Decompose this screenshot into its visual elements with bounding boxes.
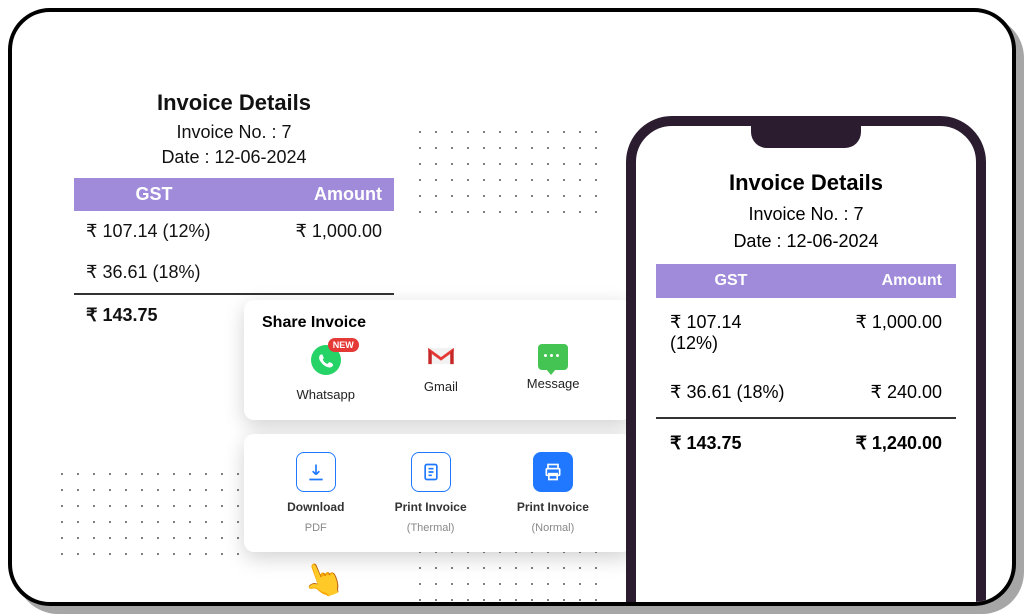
table-row: ₹ 107.14 (12%) ₹ 1,000.00 <box>656 298 956 368</box>
amount-value: ₹ 1,000.00 <box>234 221 394 242</box>
table-total-row: ₹ 143.75 ₹ 1,240.00 <box>656 417 956 468</box>
table-header: GST Amount <box>74 178 394 211</box>
print-thermal-label-1: Print Invoice <box>395 500 467 514</box>
download-label-1: Download <box>287 500 344 514</box>
message-label: Message <box>527 376 580 391</box>
whatsapp-label: Whatsapp <box>296 387 355 402</box>
decorative-dots <box>412 544 602 604</box>
print-normal-label-1: Print Invoice <box>517 500 589 514</box>
invoice-number: Invoice No. : 7 <box>74 122 394 143</box>
table-row: ₹ 107.14 (12%) ₹ 1,000.00 <box>74 211 394 252</box>
share-heading: Share Invoice <box>262 314 614 332</box>
table-header: GST Amount <box>656 264 956 298</box>
actions-card: Download PDF Print Invoice (Thermal) Pri… <box>244 434 632 552</box>
table-row: ₹ 36.61 (18%) . <box>74 252 394 293</box>
amount-total: ₹ 1,240.00 <box>806 433 956 454</box>
print-thermal-button[interactable]: Print Invoice (Thermal) <box>395 452 467 534</box>
share-whatsapp[interactable]: NEW Whatsapp <box>296 344 355 402</box>
gst-value: ₹ 107.14 (12%) <box>656 312 806 354</box>
decorative-dots <box>412 124 602 224</box>
invoice-number: Invoice No. : 7 <box>656 204 956 225</box>
phone-notch <box>751 126 861 148</box>
gst-value: ₹ 107.14 (12%) <box>74 221 234 242</box>
invoice-title: Invoice Details <box>74 90 394 116</box>
share-invoice-card: Share Invoice NEW Whatsapp Gmail Message <box>244 300 632 420</box>
amount-value: ₹ 240.00 <box>806 382 956 403</box>
print-thermal-label-2: (Thermal) <box>407 522 455 534</box>
message-icon <box>538 344 568 370</box>
invoice-date: Date : 12-06-2024 <box>74 147 394 168</box>
new-badge: NEW <box>328 338 359 352</box>
download-icon <box>296 452 336 492</box>
header-amount: Amount <box>806 264 956 298</box>
print-normal-button[interactable]: Print Invoice (Normal) <box>517 452 589 534</box>
printer-icon <box>533 452 573 492</box>
tablet-frame: Invoice Details Invoice No. : 7 Date : 1… <box>8 8 1016 606</box>
decorative-dots <box>54 466 244 566</box>
cursor-hand-icon: 👆 <box>296 554 349 606</box>
table-row: ₹ 36.61 (18%) ₹ 240.00 <box>656 368 956 417</box>
whatsapp-icon: NEW <box>310 344 342 381</box>
invoice-title: Invoice Details <box>656 170 956 196</box>
gmail-icon <box>426 344 456 373</box>
header-amount: Amount <box>234 178 394 211</box>
invoice-date: Date : 12-06-2024 <box>656 231 956 252</box>
receipt-icon <box>411 452 451 492</box>
share-gmail[interactable]: Gmail <box>424 344 458 402</box>
gst-value: ₹ 36.61 (18%) <box>656 382 806 403</box>
amount-value: ₹ 1,000.00 <box>806 312 956 354</box>
header-gst: GST <box>74 178 234 211</box>
download-label-2: PDF <box>305 522 327 534</box>
header-gst: GST <box>656 264 806 298</box>
gst-value: ₹ 36.61 (18%) <box>74 262 234 283</box>
phone-frame: Invoice Details Invoice No. : 7 Date : 1… <box>626 116 986 606</box>
download-pdf-button[interactable]: Download PDF <box>287 452 344 534</box>
gst-total: ₹ 143.75 <box>74 305 234 326</box>
gst-total: ₹ 143.75 <box>656 433 806 454</box>
invoice-panel-phone: Invoice Details Invoice No. : 7 Date : 1… <box>636 126 976 488</box>
gmail-label: Gmail <box>424 379 458 394</box>
print-normal-label-2: (Normal) <box>531 522 574 534</box>
share-message[interactable]: Message <box>527 344 580 402</box>
